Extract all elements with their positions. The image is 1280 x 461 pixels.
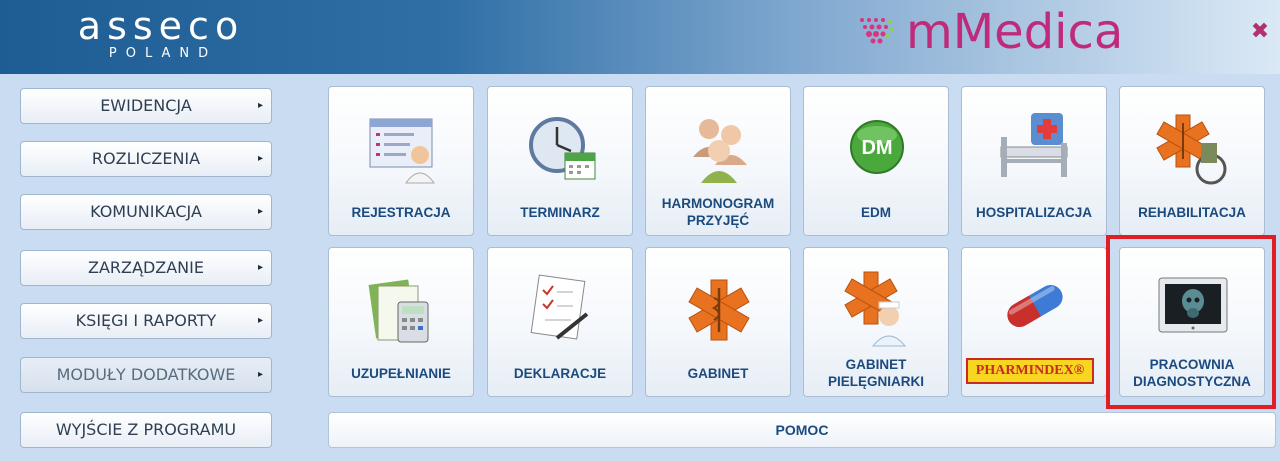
tile-label: HOSPITALIZACJA	[975, 205, 1092, 220]
menu-moduly-dodatkowe-button[interactable]: MODUŁY DODATKOWE ▸	[20, 357, 272, 393]
wheelchair-icon	[1156, 114, 1227, 185]
menu-item-label: ZARZĄDZANIE	[88, 258, 204, 277]
tile-label: HARMONOGRAM PRZYJĘĆ	[661, 196, 775, 228]
chevron-right-icon: ▸	[257, 206, 263, 217]
chevron-right-icon: ▸	[257, 315, 263, 326]
people-group-icon	[693, 119, 747, 183]
menu-item-label: KOMUNIKACJA	[90, 202, 202, 221]
edm-icon: DM	[850, 120, 904, 174]
mmedica-logo-text: mMedica	[906, 4, 1124, 60]
selection-highlight	[1106, 235, 1276, 409]
tile-label: EDM	[861, 205, 891, 220]
star-of-life-icon	[688, 279, 750, 341]
menu-item-label: EWIDENCJA	[100, 96, 192, 115]
tile-deklaracje[interactable]: DEKLARACJE	[487, 247, 633, 397]
close-icon[interactable]: ✖	[1248, 20, 1272, 44]
menu-item-label: KSIĘGI I RAPORTY	[75, 311, 217, 330]
signed-document-icon	[530, 274, 589, 340]
chevron-right-icon: ▸	[257, 262, 263, 273]
chevron-right-icon: ▸	[257, 369, 263, 380]
tile-harmonogram[interactable]: HARMONOGRAM PRZYJĘĆ	[645, 86, 791, 236]
tile-rehabilitacja[interactable]: REHABILITACJA	[1119, 86, 1265, 236]
asseco-logo: asseco	[77, 4, 245, 48]
menu-rozliczenia-button[interactable]: ROZLICZENIA ▸	[20, 141, 272, 177]
svg-text:DM: DM	[861, 137, 892, 159]
pomoc-button[interactable]: POMOC	[328, 412, 1276, 448]
tile-label: GABINET	[687, 366, 749, 381]
menu-ksiegi-raporty-button[interactable]: KSIĘGI I RAPORTY ▸	[20, 303, 272, 339]
tile-pharmindex[interactable]: PHARMINDEX®	[961, 247, 1107, 397]
pharmindex-logo: PHARMINDEX®	[966, 358, 1094, 384]
asseco-logo-subtitle: POLAND	[108, 46, 218, 61]
tile-uzupelnianie[interactable]: UZUPEŁNIANIE	[328, 247, 474, 397]
tile-label: REHABILITACJA	[1138, 205, 1246, 220]
calculator-document-icon	[368, 279, 429, 343]
chevron-right-icon: ▸	[257, 153, 263, 164]
mmedica-logo-icon	[860, 18, 894, 44]
tile-label: DEKLARACJE	[513, 366, 607, 381]
menu-ewidencja-button[interactable]: EWIDENCJA ▸	[20, 88, 272, 124]
pills-icon	[1007, 285, 1063, 327]
registration-form-icon	[369, 118, 435, 184]
app-header: asseco POLAND mMedica ✖	[0, 0, 1280, 74]
hospital-bed-icon	[1000, 113, 1068, 177]
tile-label: UZUPEŁNIANIE	[351, 366, 451, 381]
menu-zarzadzanie-button[interactable]: ZARZĄDZANIE ▸	[20, 250, 272, 286]
menu-item-label: MODUŁY DODATKOWE	[56, 365, 236, 384]
menu-komunikacja-button[interactable]: KOMUNIKACJA ▸	[20, 194, 272, 230]
tile-hospitalizacja[interactable]: HOSPITALIZACJA	[961, 86, 1107, 236]
nurse-icon	[844, 271, 907, 347]
tile-terminarz[interactable]: TERMINARZ	[487, 86, 633, 236]
tile-gabinet[interactable]: GABINET	[645, 247, 791, 397]
menu-item-label: WYJŚCIE Z PROGRAMU	[55, 420, 237, 439]
menu-wyjscie-button[interactable]: WYJŚCIE Z PROGRAMU	[20, 412, 272, 448]
tile-edm[interactable]: DM EDM	[803, 86, 949, 236]
tile-label: GABINET PIELĘGNIARKI	[827, 357, 924, 389]
tile-rejestracja[interactable]: REJESTRACJA	[328, 86, 474, 236]
chevron-right-icon: ▸	[257, 100, 263, 111]
clock-calendar-icon	[529, 117, 596, 180]
tile-label: TERMINARZ	[520, 205, 600, 220]
tile-label: REJESTRACJA	[351, 205, 451, 220]
tile-gabinet-pielegniarki[interactable]: GABINET PIELĘGNIARKI	[803, 247, 949, 397]
menu-item-label: ROZLICZENIA	[91, 149, 201, 168]
